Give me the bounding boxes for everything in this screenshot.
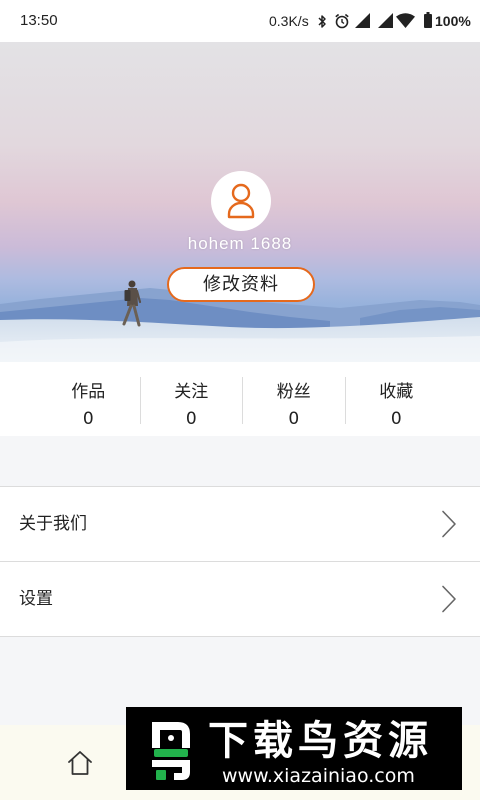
status-time: 13:50 — [20, 12, 58, 29]
menu-item-about-us[interactable]: 关于我们 — [0, 487, 480, 562]
hd-signal-icon — [355, 13, 370, 28]
username: hohem 1688 — [187, 234, 293, 253]
stats-grid: 作品 0 关注 0 粉丝 0 收藏 0 — [37, 377, 448, 429]
stat-value: 0 — [82, 409, 94, 429]
stat-label: 粉丝 — [276, 382, 311, 402]
battery-icon — [424, 12, 432, 28]
stats-bar: 作品 0 关注 0 粉丝 0 收藏 0 — [0, 362, 480, 436]
menu-item-settings[interactable]: 设置 — [0, 562, 480, 637]
signal-icon — [378, 13, 393, 28]
nav-item-home[interactable] — [66, 749, 94, 777]
bird-logo-icon — [152, 722, 190, 780]
stat-fans[interactable]: 粉丝 0 — [242, 377, 345, 429]
watermark: 下载鸟资源 www.xiazainiao.com — [126, 707, 462, 790]
network-speed: 0.3K/s — [269, 13, 309, 29]
stat-label: 关注 — [174, 382, 209, 402]
profile-header: hohem 1688 修改资料 — [0, 42, 480, 362]
home-icon — [68, 751, 92, 775]
stat-label: 作品 — [71, 382, 106, 402]
menu-item-label: 设置 — [19, 589, 53, 609]
stat-value: 0 — [390, 409, 402, 429]
bluetooth-icon — [318, 15, 326, 28]
chevron-right-icon — [442, 510, 456, 538]
menu-item-label: 关于我们 — [19, 514, 87, 534]
watermark-url: www.xiazainiao.com — [222, 765, 415, 787]
user-icon — [227, 183, 255, 219]
stat-following[interactable]: 关注 0 — [139, 377, 243, 429]
wifi-icon — [396, 13, 415, 28]
stat-value: 0 — [185, 409, 197, 429]
menu-list: 关于我们 设置 — [0, 486, 480, 637]
edit-profile-button[interactable]: 修改资料 — [167, 267, 315, 302]
stat-label: 收藏 — [379, 382, 414, 402]
dune-highlight — [0, 336, 480, 362]
stat-value: 0 — [288, 409, 300, 429]
chevron-right-icon — [442, 585, 456, 613]
screen: 13:50 0.3K/s 100% hohem 1688 修改资料 作品 0 关… — [0, 0, 480, 800]
avatar[interactable] — [211, 171, 271, 231]
battery-percent: 100% — [435, 13, 471, 29]
status-bar: 13:50 0.3K/s 100% — [0, 0, 480, 42]
alarm-icon — [335, 13, 349, 29]
watermark-title: 下载鸟资源 — [208, 718, 433, 764]
stat-works[interactable]: 作品 0 — [37, 377, 140, 429]
stat-favorites[interactable]: 收藏 0 — [344, 377, 448, 429]
